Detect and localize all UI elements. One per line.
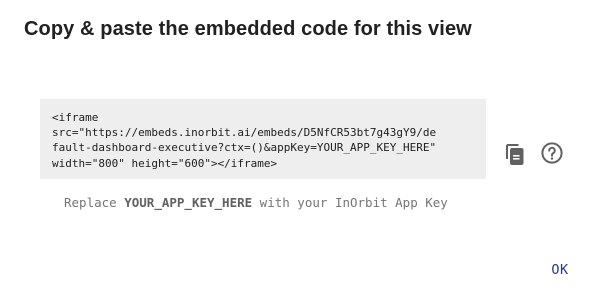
ok-button[interactable]: OK	[540, 256, 580, 284]
copy-icon	[506, 144, 524, 165]
help-circle-icon	[541, 142, 563, 164]
hint-suffix: with your InOrbit App Key	[252, 195, 448, 210]
embed-code-dialog: Copy & paste the embedded code for this …	[0, 0, 600, 297]
app-key-hint: Replace YOUR_APP_KEY_HERE with your InOr…	[64, 195, 448, 210]
dialog-title: Copy & paste the embedded code for this …	[24, 18, 472, 40]
hint-app-key-placeholder: YOUR_APP_KEY_HERE	[124, 195, 253, 210]
copy-button[interactable]	[502, 141, 528, 167]
hint-prefix: Replace	[64, 195, 125, 210]
embed-code-block[interactable]: <iframe src="https://embeds.inorbit.ai/e…	[40, 99, 486, 179]
help-button[interactable]	[539, 140, 565, 166]
